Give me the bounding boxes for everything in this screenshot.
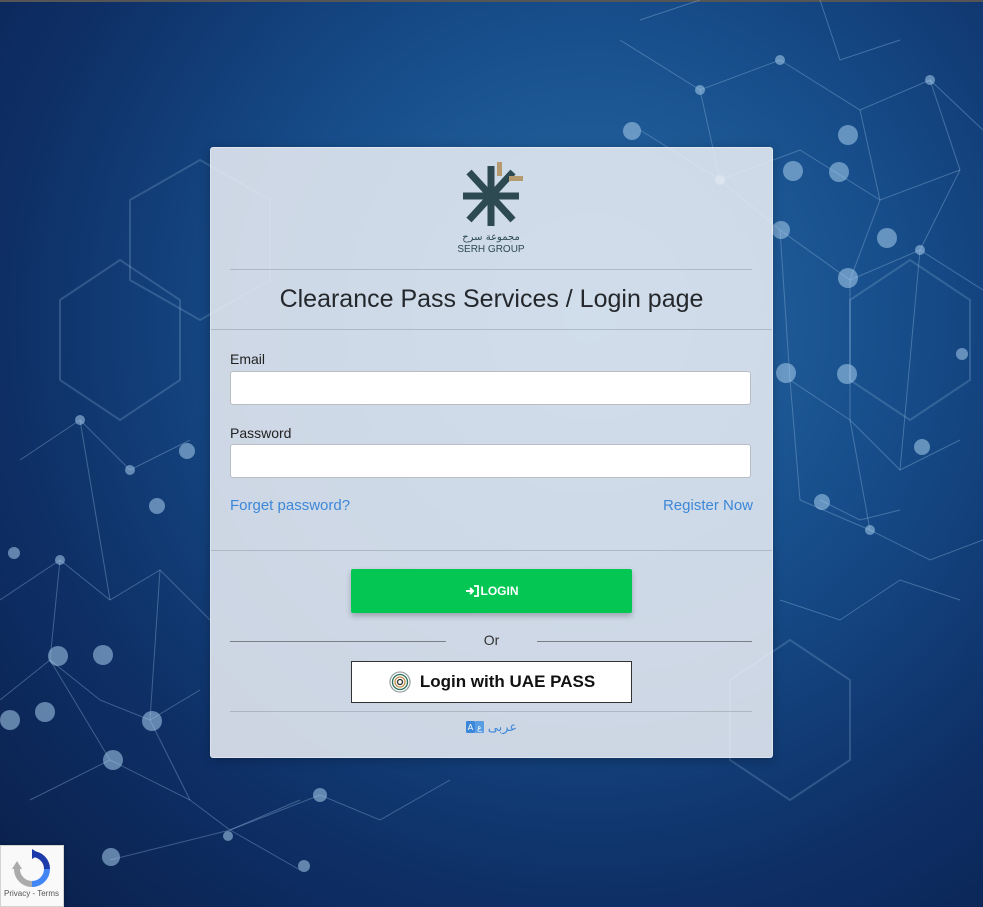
register-now-link[interactable]: Register Now [663, 497, 753, 514]
recaptcha-icon [12, 849, 50, 887]
page-title: Clearance Pass Services / Login page [279, 285, 704, 313]
email-field[interactable] [230, 371, 751, 405]
divider [211, 550, 772, 551]
logo-arabic-text: مجموعة سرح [462, 232, 520, 243]
uae-pass-label: Login with UAE PASS [419, 672, 596, 691]
recaptcha-links: Privacy - Terms [4, 889, 59, 898]
logo-english-text: SERH GROUP [457, 244, 525, 255]
language-label: عربى [487, 719, 518, 734]
login-button-label: LOGIN [480, 584, 519, 598]
email-label: Email [230, 351, 266, 367]
or-divider-right [537, 641, 752, 642]
forgot-password-link[interactable]: Forget password? [230, 497, 350, 514]
divider [230, 269, 752, 270]
login-button[interactable]: LOGIN [351, 569, 632, 613]
recaptcha-privacy-link[interactable]: Privacy [4, 889, 30, 898]
translate-icon: A ع [465, 721, 484, 733]
or-separator-text: Or [483, 632, 500, 648]
recaptcha-terms-link[interactable]: Terms [37, 889, 59, 898]
uae-pass-login-button[interactable]: Login with UAE PASS [351, 661, 632, 703]
fingerprint-icon [389, 671, 411, 693]
recaptcha-badge[interactable]: Privacy - Terms [0, 845, 64, 907]
divider [211, 329, 772, 330]
serh-group-logo: مجموعة سرح SERH GROUP [457, 162, 525, 255]
language-switch[interactable]: A ع عربى [211, 719, 772, 735]
login-card: مجموعة سرح SERH GROUP Clearance Pass Ser… [210, 147, 773, 758]
sign-in-arrow-icon [465, 585, 479, 597]
svg-text:A: A [468, 723, 474, 732]
password-label: Password [230, 425, 292, 441]
svg-text:ع: ع [477, 723, 482, 732]
divider [230, 711, 752, 712]
password-field[interactable] [230, 444, 751, 478]
